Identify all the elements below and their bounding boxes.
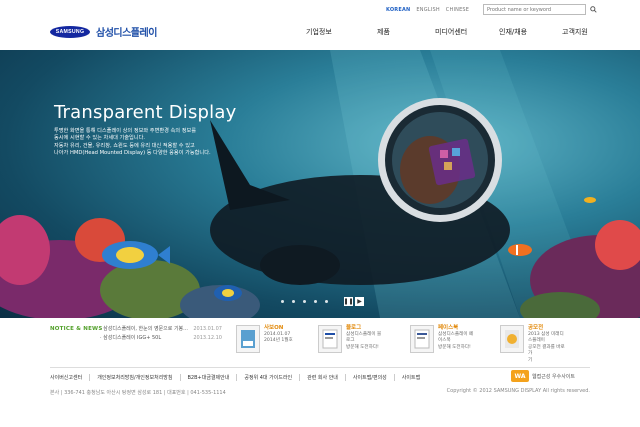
footer-link[interactable]: 관련 회사 안내	[307, 374, 346, 381]
notice-item[interactable]: · 삼성디스플레이 IGG+ 50L 2013.12.10	[100, 334, 222, 343]
footer: 사이버신고센터 개인정보처리방침/개인정보처리방침 B2B+대금결제안내 공정위…	[0, 367, 640, 427]
hero-description-line: 자동차 유리, 건물, 유리창, 쇼윈도 등에 유리 대신 적용할 수 있고	[54, 142, 195, 149]
nav-careers[interactable]: 인재/채용	[499, 27, 527, 37]
nav-company-info[interactable]: 기업정보	[306, 27, 332, 37]
footer-link[interactable]: 사이트맵	[402, 374, 427, 381]
language-selector: KOREAN ENGLISH CHINESE	[386, 7, 469, 13]
facebook-icon	[410, 325, 434, 353]
promo-line: 방문해 도전하다!	[346, 344, 379, 350]
promo-facebook[interactable]: 페이스북 삼성디스플레이 페이스북 방문해 도전하다!	[410, 325, 476, 353]
slide-dot-4[interactable]	[314, 300, 317, 303]
footer-links: 사이버신고센터 개인정보처리방침/개인정보처리방침 B2B+대금결제안내 공정위…	[50, 374, 434, 381]
notice-title: · 삼성디스플레이, 한눈의 영문으로 기봉...	[100, 326, 188, 332]
promo-line: 삼성디스플레이 페이스북	[438, 331, 474, 344]
promo-contest[interactable]: 공모전 2013 삼성 미래디스플레이 공모전 결과를 바로가 기	[500, 325, 566, 364]
search-button[interactable]	[588, 4, 598, 15]
promo-webzine[interactable]: 사보ON 2014.01.07 2014년 1월호	[236, 325, 302, 353]
promo-line: 삼성디스플레이 블로그	[346, 331, 382, 344]
play-button[interactable]: ▶	[355, 297, 364, 306]
hero-description-line: 동시에 시현할 수 있는 차세대 기술입니다.	[54, 135, 146, 142]
wa-mark: WA	[511, 370, 529, 382]
notice-list: · 삼성디스플레이, 한눈의 영문으로 기봉... 2013.01.07 · 삼…	[100, 325, 222, 343]
slide-dot-3[interactable]	[303, 300, 306, 303]
web-accessibility-badge[interactable]: WA 웹접근성 우수사이트	[511, 370, 575, 382]
promo-line: 2014.01.07	[264, 331, 291, 337]
diver-scene-illustration	[0, 50, 640, 318]
promo-blog[interactable]: 블로그 삼성디스플레이 블로그 방문해 도전하다!	[318, 325, 384, 353]
promo-line: 방문해 도전하다!	[438, 344, 471, 350]
blog-icon	[318, 325, 342, 353]
lang-korean[interactable]: KOREAN	[386, 7, 410, 13]
search-input[interactable]	[483, 4, 586, 15]
footer-divider	[50, 367, 590, 368]
notice-date: 2013.01.07	[193, 326, 222, 332]
slide-dot-5[interactable]	[325, 300, 328, 303]
notice-item[interactable]: · 삼성디스플레이, 한눈의 영문으로 기봉... 2013.01.07	[100, 325, 222, 334]
footer-link[interactable]: 개인정보처리방침/개인정보처리방침	[97, 374, 181, 381]
pause-button[interactable]: ❚❚	[343, 297, 354, 306]
lang-chinese[interactable]: CHINESE	[446, 7, 469, 13]
footer-link[interactable]: B2B+대금결제안내	[188, 374, 238, 381]
notice-strip: NOTICE & NEWS · 삼성디스플레이, 한눈의 영문으로 기봉... …	[0, 318, 640, 367]
footer-link[interactable]: 사이버신고센터	[50, 374, 91, 381]
magazine-icon	[236, 325, 260, 353]
nav-support[interactable]: 고객지원	[562, 27, 588, 37]
promo-line: 기	[528, 357, 533, 363]
slide-dot-2[interactable]	[292, 300, 295, 303]
search-icon	[589, 6, 597, 13]
global-nav: 기업정보 제품 미디어센터 인재/채용 고객지원	[0, 27, 640, 37]
footer-link[interactable]: 사이트맵/편의성	[353, 374, 395, 381]
lang-english[interactable]: ENGLISH	[416, 7, 439, 13]
footer-copyright: Copyright © 2012 SAMSUNG DISPLAY All rig…	[446, 388, 590, 394]
hero-banner[interactable]: Transparent Display 투명한 화면을 통해 디스플레이 상의 …	[0, 50, 640, 318]
nav-products[interactable]: 제품	[377, 27, 390, 37]
hero-description: 투명한 화면을 통해 디스플레이 상의 정보와 주변환경 속의 정보를 동시에 …	[54, 128, 244, 157]
notice-date: 2013.12.10	[193, 335, 222, 341]
promo-line: 2013 삼성 미래디스플레이	[528, 331, 564, 344]
wa-text: 웹접근성 우수사이트	[532, 373, 575, 380]
slide-dot-1[interactable]	[281, 300, 284, 303]
notice-label: NOTICE & NEWS	[50, 326, 103, 332]
contest-icon	[500, 325, 524, 353]
notice-title: · 삼성디스플레이 IGG+ 50L	[100, 335, 162, 341]
slider-pagination	[281, 300, 328, 303]
slider-controls: ❚❚ ▶	[343, 297, 364, 306]
footer-address: 본사 | 336-741 충청남도 아산시 탕정면 삼성로 181 | 대표번호…	[50, 390, 226, 396]
nav-media-center[interactable]: 미디어센터	[435, 27, 467, 37]
hero-title: Transparent Display	[54, 102, 237, 123]
promo-line: 공모전 결과를 바로가	[528, 344, 565, 357]
footer-link[interactable]: 공정위 4대 가이드라인	[244, 374, 301, 381]
hero-description-line: 나아가 HMD(Head Mounted Display) 등 다양한 응용이 …	[54, 149, 211, 156]
header: KOREAN ENGLISH CHINESE SAMSUNG 삼성디스플레이 기…	[0, 0, 640, 50]
promo-line: 2014년 1월호	[264, 338, 293, 343]
